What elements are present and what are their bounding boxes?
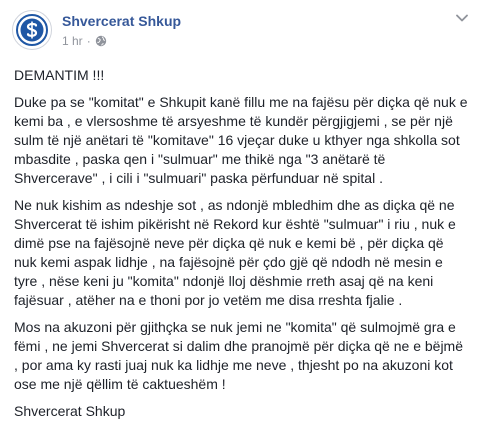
post-body: DEMANTIM !!! Duke pa se "komitat" e Shku… <box>12 66 474 421</box>
facebook-post: Shvercerat Shkup 1 hr · DEMANTIM !!! Duk… <box>0 0 486 430</box>
post-subline: 1 hr · <box>62 33 181 49</box>
post-header: Shvercerat Shkup 1 hr · <box>12 10 474 54</box>
meta-separator: · <box>86 34 91 48</box>
post-timestamp[interactable]: 1 hr <box>62 33 83 49</box>
chevron-down-icon <box>456 14 468 22</box>
page-avatar[interactable] <box>12 10 52 50</box>
globe-icon[interactable] <box>95 35 107 47</box>
dollar-logo-icon <box>16 14 48 46</box>
post-headline: DEMANTIM !!! <box>14 67 105 83</box>
post-paragraph: Mos na akuzoni për gjithçka se nuk jemi … <box>14 319 463 392</box>
post-paragraph: Duke pa se "komitat" e Shkupit kanë fill… <box>14 94 468 186</box>
post-options-button[interactable] <box>452 10 472 26</box>
page-name-link[interactable]: Shvercerat Shkup <box>62 12 181 30</box>
post-paragraph: Ne nuk kishim as ndeshje sot , as ndonjë… <box>14 197 456 308</box>
post-meta: Shvercerat Shkup 1 hr · <box>62 10 181 49</box>
post-signature: Shvercerat Shkup <box>14 403 126 419</box>
